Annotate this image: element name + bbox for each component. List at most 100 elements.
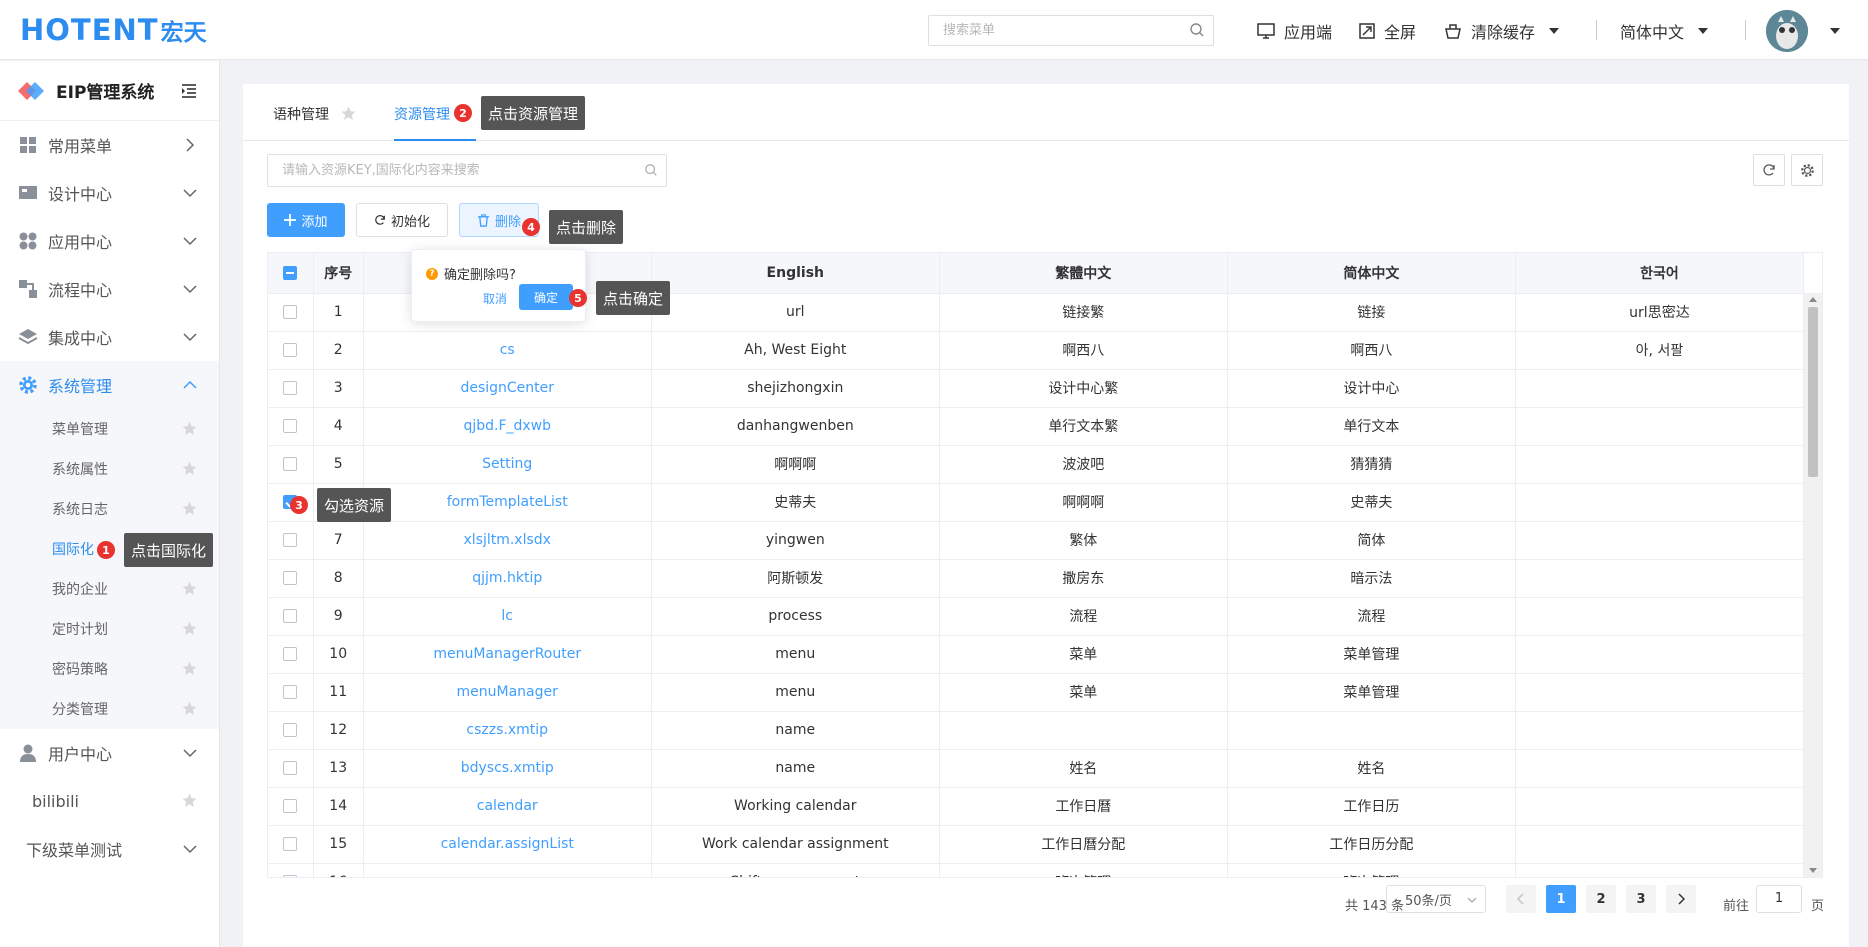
- row-checkbox[interactable]: [283, 305, 298, 319]
- menu-search-input[interactable]: [929, 16, 1169, 45]
- next-page-button[interactable]: [1666, 885, 1696, 913]
- row-select-cell[interactable]: [268, 825, 314, 864]
- submenu-item[interactable]: 菜单管理: [0, 409, 219, 449]
- row-select-cell[interactable]: [268, 293, 314, 332]
- select-all-cell[interactable]: [268, 253, 314, 294]
- table-row[interactable]: 5 Setting 啊啊啊 波波吧 猜猜猜: [268, 445, 1805, 484]
- resource-search-input[interactable]: [268, 155, 628, 186]
- search-icon[interactable]: [644, 163, 658, 177]
- row-select-cell[interactable]: [268, 559, 314, 598]
- resource-key[interactable]: lc: [363, 597, 652, 636]
- resource-key[interactable]: [363, 863, 652, 877]
- table-scrollbar[interactable]: [1804, 293, 1822, 877]
- row-select-cell[interactable]: [268, 597, 314, 636]
- row-checkbox[interactable]: [283, 571, 298, 585]
- table-row[interactable]: 7 xlsjltm.xlsdx yingwen 繁体 简体: [268, 521, 1805, 560]
- row-select-cell[interactable]: [268, 673, 314, 712]
- menu-sub-test[interactable]: 下级菜单测试: [0, 825, 219, 873]
- row-checkbox[interactable]: [283, 419, 298, 433]
- goto-page-input[interactable]: 1: [1756, 885, 1802, 913]
- star-icon[interactable]: [182, 421, 197, 436]
- row-checkbox[interactable]: [283, 799, 298, 813]
- row-select-cell[interactable]: [268, 407, 314, 446]
- row-select-cell[interactable]: [268, 711, 314, 750]
- star-icon[interactable]: [182, 501, 197, 516]
- user-menu-chevron-icon[interactable]: [1830, 28, 1840, 34]
- submenu-item[interactable]: 系统属性: [0, 449, 219, 489]
- menu-design[interactable]: 设计中心: [0, 169, 219, 217]
- resource-key[interactable]: calendar: [363, 787, 652, 826]
- menu-flow[interactable]: 流程中心: [0, 265, 219, 313]
- menu-user-center[interactable]: 用户中心: [0, 729, 219, 777]
- resource-key[interactable]: qjbd.F_dxwb: [363, 407, 652, 446]
- star-icon[interactable]: [182, 461, 197, 476]
- row-checkbox[interactable]: [283, 457, 298, 471]
- tab-language-management[interactable]: 语种管理: [273, 104, 356, 141]
- submenu-item[interactable]: 我的企业: [0, 569, 219, 609]
- fullscreen-button[interactable]: 全屏: [1358, 19, 1416, 43]
- row-checkbox[interactable]: [283, 761, 298, 775]
- row-select-cell[interactable]: [268, 445, 314, 484]
- page-button[interactable]: 1: [1546, 885, 1576, 913]
- submenu-item[interactable]: 定时计划: [0, 609, 219, 649]
- table-row[interactable]: 13 bdyscs.xmtip name 姓名 姓名: [268, 749, 1805, 788]
- row-checkbox[interactable]: [283, 381, 298, 395]
- row-checkbox[interactable]: [283, 875, 298, 877]
- resource-key[interactable]: menuManagerRouter: [363, 635, 652, 674]
- add-button[interactable]: 添加: [267, 203, 345, 237]
- row-select-cell[interactable]: [268, 863, 314, 877]
- page-size-select[interactable]: 50条/页: [1386, 885, 1486, 913]
- menu-system[interactable]: 系统管理: [0, 361, 219, 409]
- column-settings-button[interactable]: [1791, 154, 1823, 186]
- submenu-item[interactable]: 密码策略: [0, 649, 219, 689]
- menu-bilibili[interactable]: bilibili: [0, 777, 219, 825]
- user-avatar[interactable]: [1766, 10, 1808, 52]
- row-select-cell[interactable]: [268, 369, 314, 408]
- resource-key[interactable]: bdyscs.xmtip: [363, 749, 652, 788]
- resource-key[interactable]: xlsjltm.xlsdx: [363, 521, 652, 560]
- page-button[interactable]: 3: [1626, 885, 1656, 913]
- table-row[interactable]: 4 qjbd.F_dxwb danhangwenben 单行文本繁 单行文本: [268, 407, 1805, 446]
- row-select-cell[interactable]: [268, 787, 314, 826]
- star-icon[interactable]: [182, 661, 197, 676]
- clear-cache-dropdown[interactable]: 清除缓存: [1443, 19, 1560, 43]
- submenu-item[interactable]: 分类管理: [0, 689, 219, 729]
- table-row[interactable]: 16Shift management班次管理班次管理: [268, 863, 1805, 877]
- table-row[interactable]: 11 menuManager menu 菜单 菜单管理: [268, 673, 1805, 712]
- menu-integration[interactable]: 集成中心: [0, 313, 219, 361]
- row-select-cell[interactable]: [268, 521, 314, 560]
- resource-key[interactable]: cszzs.xmtip: [363, 711, 652, 750]
- resource-key[interactable]: designCenter: [363, 369, 652, 408]
- row-select-cell[interactable]: [268, 331, 314, 370]
- app-end-button[interactable]: 应用端: [1256, 19, 1332, 43]
- resource-key[interactable]: formTemplateList: [363, 483, 652, 522]
- prev-page-button[interactable]: [1506, 885, 1536, 913]
- table-row[interactable]: 8 qjjm.hktip 阿斯顿发 撒房东 暗示法: [268, 559, 1805, 598]
- popconfirm-confirm-button[interactable]: 确定: [519, 284, 573, 310]
- scroll-up-icon[interactable]: [1809, 297, 1817, 302]
- resource-key[interactable]: cs: [363, 331, 652, 370]
- resource-key[interactable]: menuManager: [363, 673, 652, 712]
- collapse-menu-icon[interactable]: [181, 83, 197, 99]
- init-button[interactable]: 初始化: [356, 203, 448, 237]
- menu-apps[interactable]: 应用中心: [0, 217, 219, 265]
- resource-key[interactable]: qjjm.hktip: [363, 559, 652, 598]
- select-all-checkbox[interactable]: [283, 265, 298, 280]
- row-checkbox[interactable]: [283, 685, 298, 699]
- table-row[interactable]: 14 calendar Working calendar 工作日曆 工作日历: [268, 787, 1805, 826]
- submenu-item[interactable]: 系统日志: [0, 489, 219, 529]
- table-row[interactable]: 6formTemplateList史蒂夫啊啊啊史蒂夫: [268, 483, 1805, 522]
- language-dropdown[interactable]: 简体中文: [1620, 19, 1709, 43]
- row-checkbox[interactable]: [283, 533, 298, 547]
- resource-key[interactable]: Setting: [363, 445, 652, 484]
- row-checkbox[interactable]: [283, 647, 298, 661]
- row-checkbox[interactable]: [283, 609, 298, 623]
- popconfirm-cancel-button[interactable]: 取消: [483, 290, 507, 307]
- resource-key[interactable]: calendar.assignList: [363, 825, 652, 864]
- star-icon[interactable]: [182, 621, 197, 636]
- menu-common[interactable]: 常用菜单: [0, 121, 219, 169]
- table-row[interactable]: 3 designCenter shejizhongxin 设计中心繁 设计中心: [268, 369, 1805, 408]
- table-row[interactable]: 15 calendar.assignList Work calendar assig…: [268, 825, 1805, 864]
- search-icon[interactable]: [1189, 22, 1205, 38]
- row-select-cell[interactable]: [268, 635, 314, 674]
